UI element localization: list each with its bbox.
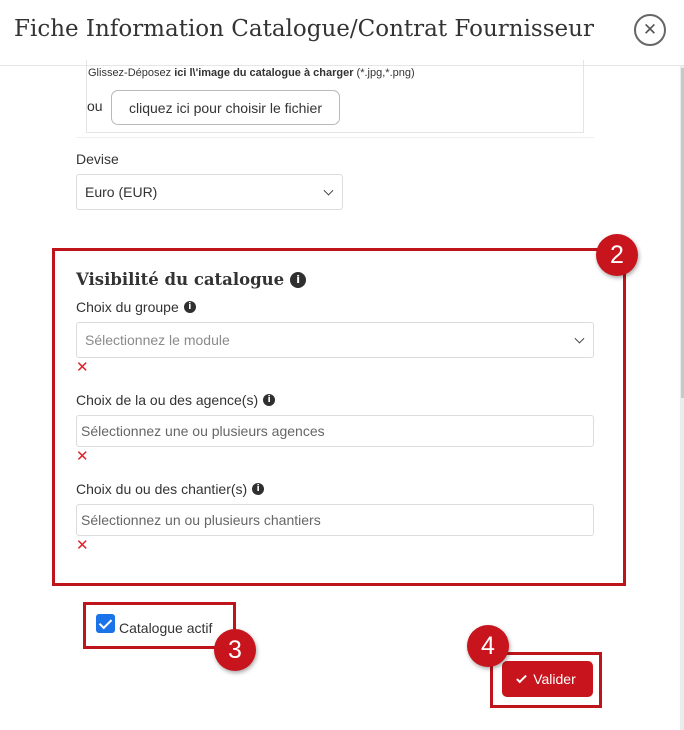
- drop-hint-bold: ici l\'image du catalogue à charger: [174, 67, 354, 79]
- annotation-badge-4: 4: [467, 625, 509, 667]
- upload-or-label: ou: [87, 98, 103, 114]
- drop-hint-suffix: (*.jpg,*.png): [353, 67, 415, 79]
- modal-header: Fiche Information Catalogue/Contrat Four…: [0, 0, 684, 66]
- currency-label: Devise: [76, 151, 119, 167]
- annotation-box-active: [83, 602, 236, 649]
- divider: [76, 137, 594, 138]
- annotation-box-visibility: [52, 248, 626, 586]
- annotation-box-validate: [490, 652, 602, 708]
- annotation-badge-3: 3: [214, 629, 256, 671]
- choose-file-button[interactable]: cliquez ici pour choisir le fichier: [111, 90, 340, 125]
- drop-zone-hint: Glissez-Déposez ici l\'image du catalogu…: [88, 67, 415, 79]
- close-icon[interactable]: ✕: [634, 14, 666, 46]
- chevron-down-icon: [323, 185, 334, 196]
- currency-select-value: Euro (EUR): [85, 184, 158, 200]
- currency-select[interactable]: Euro (EUR): [76, 174, 343, 210]
- modal-title: Fiche Information Catalogue/Contrat Four…: [14, 16, 594, 42]
- drop-hint-prefix: Glissez-Déposez: [88, 67, 175, 79]
- annotation-badge-2: 2: [596, 234, 638, 276]
